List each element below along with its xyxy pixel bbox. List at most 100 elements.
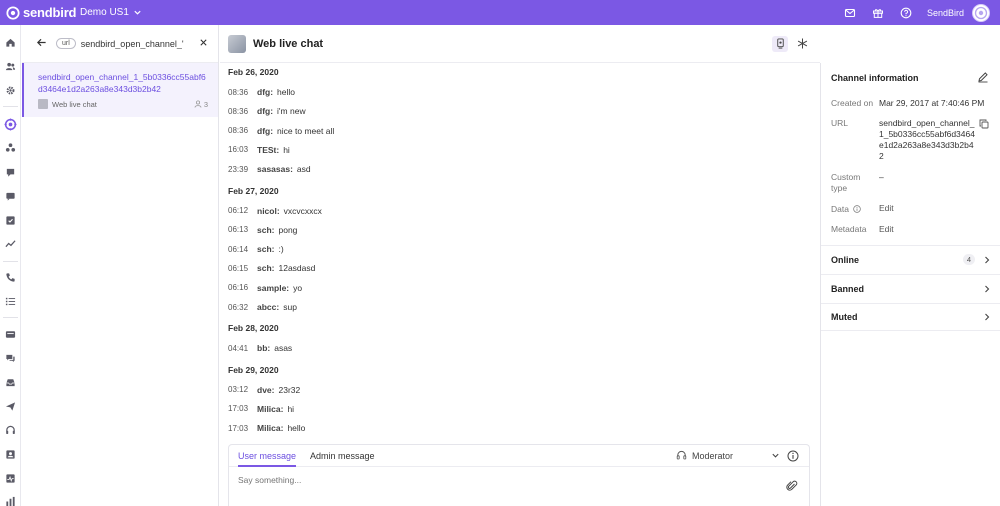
message-sender: sch: — [257, 244, 275, 255]
message-time: 23:39 — [228, 164, 249, 174]
message-row[interactable]: 08:36 dfg: nice to meet all — [228, 126, 334, 136]
moderation-icon[interactable] — [4, 214, 17, 227]
nav-divider — [3, 106, 18, 107]
message-text: :) — [278, 244, 284, 255]
message-row[interactable]: 17:03 Milica: hi — [228, 404, 294, 414]
message-time: 03:12 — [228, 385, 249, 395]
message-sender: nicol: — [257, 205, 280, 216]
message-text: hi — [287, 403, 295, 414]
announcements-icon[interactable] — [4, 166, 17, 179]
avatar[interactable] — [972, 3, 990, 22]
reports-icon[interactable] — [4, 495, 17, 506]
message-time: 06:12 — [228, 206, 249, 215]
group-channels-icon[interactable] — [4, 141, 17, 154]
sender-select[interactable]: Moderator — [676, 450, 785, 461]
nav-divider — [3, 261, 18, 262]
message-composer: User message Admin message Moderator — [228, 444, 810, 506]
nav-divider — [3, 317, 18, 318]
inbox-icon[interactable] — [4, 376, 17, 389]
help-icon[interactable] — [900, 7, 912, 19]
back-arrow-icon[interactable] — [36, 37, 47, 50]
message-row[interactable]: 06:12 nicol: vxcvcxxcx — [228, 206, 322, 216]
channel-search-input[interactable]: sendbird_open_channel_' — [81, 39, 199, 49]
monitor-icon[interactable] — [4, 472, 17, 485]
message-text: nice to meet all — [277, 125, 335, 136]
message-text: vxcvcxxcx — [283, 205, 322, 216]
data-label: Data — [831, 204, 849, 214]
clear-search-icon[interactable] — [199, 38, 208, 49]
message-row[interactable]: 06:15 sch: 12asdasd — [228, 263, 315, 273]
freeze-channel-button[interactable] — [794, 36, 810, 52]
channel-information-panel: Channel information Created on Mar 29, 2… — [820, 63, 1000, 506]
desk-icon[interactable] — [4, 328, 17, 341]
banned-section[interactable]: Banned — [821, 274, 1000, 302]
date-separator: Feb 29, 2020 — [228, 364, 279, 375]
organization-name[interactable]: SendBird — [927, 8, 964, 18]
message-time: 06:32 — [228, 302, 249, 312]
message-time: 17:03 — [228, 404, 249, 414]
message-row[interactable]: 06:13 sch: pong — [228, 225, 297, 235]
sendbird-logo[interactable]: sendbird — [6, 5, 80, 20]
message-text: hello — [277, 87, 296, 97]
chat-title: Web live chat — [253, 37, 324, 50]
tab-user-message[interactable]: User message — [238, 445, 297, 467]
message-row[interactable]: 16:03 TESt: hi — [228, 145, 290, 155]
online-label: Online — [831, 254, 860, 265]
channel-cover-image — [228, 34, 246, 53]
analytics-icon[interactable] — [4, 237, 17, 250]
message-text: asas — [274, 343, 293, 354]
message-time: 17:03 — [228, 423, 249, 433]
message-row[interactable]: 23:39 sasasas: asd — [228, 164, 311, 174]
edit-pencil-icon[interactable] — [977, 71, 989, 83]
message-row[interactable]: 06:14 sch::) — [228, 244, 284, 254]
messages-icon[interactable] — [4, 190, 17, 203]
users-icon[interactable] — [4, 60, 17, 73]
copy-icon[interactable] — [979, 119, 989, 129]
message-sender: sample: — [257, 282, 290, 293]
muted-section[interactable]: Muted — [821, 303, 1000, 331]
message-time: 08:36 — [228, 106, 249, 116]
channel-info-toggle-button[interactable] — [772, 35, 788, 52]
metadata-edit-link[interactable]: Edit — [879, 224, 894, 235]
message-row[interactable]: 06:32 abcc: sup — [228, 302, 297, 312]
chat-area: Web live chat Feb 26, 2020 08:36 dfg: hello… — [220, 25, 820, 506]
message-text: i'm new — [277, 106, 306, 117]
info-icon[interactable] — [853, 205, 862, 213]
message-row[interactable]: 08:36 dfg: hello — [228, 87, 295, 97]
message-time: 06:13 — [228, 225, 249, 235]
url-label: URL — [831, 118, 849, 128]
data-edit-link[interactable]: Edit — [879, 203, 894, 214]
message-input[interactable] — [238, 475, 738, 485]
info-icon[interactable] — [787, 450, 799, 462]
open-channels-icon[interactable] — [2, 116, 19, 133]
message-row[interactable]: 08:36 dfg: i'm new — [228, 106, 306, 116]
custom-type-value: – — [879, 172, 884, 182]
send-icon[interactable] — [4, 400, 17, 413]
message-sender: sch: — [257, 263, 275, 274]
support-icon[interactable] — [4, 424, 17, 437]
app-switcher[interactable]: Demo US1 — [80, 7, 142, 18]
channel-list-item[interactable]: sendbird_open_channel_1_5b0336cc55abf6d3… — [22, 63, 218, 117]
message-row[interactable]: 04:41 bb: asas — [228, 343, 292, 353]
tickets-icon[interactable] — [4, 352, 17, 365]
message-text: yo — [293, 282, 303, 293]
message-time: 06:16 — [228, 283, 249, 293]
contacts-icon[interactable] — [4, 448, 17, 461]
snowflake-icon — [797, 38, 807, 49]
channel-cover-thumbnail — [38, 99, 48, 109]
home-icon[interactable] — [4, 36, 17, 49]
calls-icon[interactable] — [4, 271, 17, 284]
message-row[interactable]: 03:12 dve: 23r32 — [228, 385, 300, 395]
channel-list-panel: url sendbird_open_channel_' sendbird_ope… — [22, 25, 219, 506]
mail-icon[interactable] — [844, 7, 856, 19]
banned-label: Banned — [831, 283, 865, 294]
gift-icon[interactable] — [872, 7, 884, 19]
settings-icon[interactable] — [4, 84, 17, 97]
tab-admin-message[interactable]: Admin message — [310, 445, 375, 467]
call-logs-icon[interactable] — [4, 295, 17, 308]
search-filter-badge[interactable]: url — [56, 38, 76, 49]
message-row[interactable]: 06:16 sample: yo — [228, 283, 302, 293]
paperclip-icon[interactable] — [786, 480, 798, 492]
online-section[interactable]: Online 4 — [821, 245, 1000, 273]
message-row[interactable]: 17:03 Milica: hello — [228, 423, 305, 433]
